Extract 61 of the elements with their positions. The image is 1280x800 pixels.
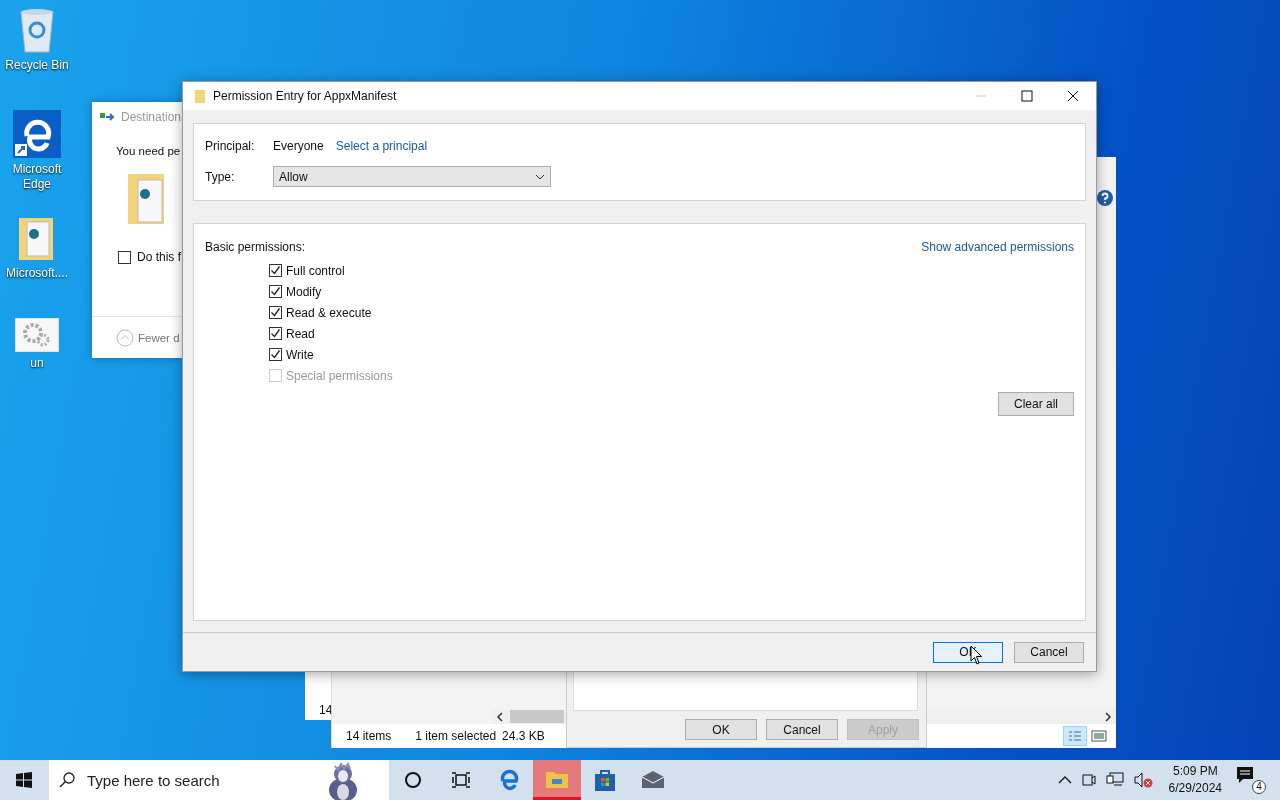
thumbnail-view-icon[interactable] [1088,727,1110,745]
type-dropdown[interactable]: Allow [273,166,551,187]
status-text: 14 items [346,729,392,743]
checkmark-icon [270,307,281,318]
chevron-up-icon [116,329,134,347]
checkbox[interactable]: Do this f [118,250,181,264]
arrow-right-icon[interactable] [1104,711,1112,722]
status-text: 24.3 KB [502,729,545,743]
folder-icon [195,89,205,103]
clock[interactable]: 5:09 PM 6/29/2024 [1168,763,1222,797]
field-label: Principal: [205,139,256,153]
advanced-permissions-link[interactable]: Show advanced permissions [921,240,1074,254]
browser-icon [498,769,520,791]
dialog-button[interactable]: Cancel [766,719,838,740]
icon-label: Microsoft Edge [11,162,63,192]
checkmark-icon [270,286,281,297]
store-bag-icon [593,768,617,792]
muted-speaker-icon[interactable] [1133,772,1154,788]
checkmark-icon [270,328,281,339]
chevron-up-icon[interactable] [1057,775,1072,785]
window-title: Permission Entry for AppxManifest [213,89,397,103]
browser-icon[interactable] [13,110,61,158]
help-icon[interactable] [1097,190,1113,206]
fewer-details-button[interactable]: Fewer d [116,329,180,347]
clear-all-button[interactable]: Clear all [998,392,1074,416]
select-principal-link[interactable]: Select a principal [335,139,428,153]
copy-icon [100,111,116,123]
scrollbar-thumb[interactable] [510,710,564,723]
file-explorer-button[interactable] [533,760,581,800]
webcam-icon[interactable] [1081,771,1096,789]
item-count: 14 [318,703,333,719]
notifications-button[interactable]: 4 [1236,766,1266,794]
permission-checkbox[interactable]: Read & execute [269,305,1074,320]
recycle-bin-icon[interactable] [17,6,57,54]
field-label: Type: [205,169,236,184]
permission-checkbox[interactable]: Write [269,347,1074,362]
icon-label: Microsoft.... [5,266,69,281]
checkmark-icon [270,265,281,276]
permission-checkbox[interactable]: Full control [269,263,1074,278]
chevron-down-icon [535,173,545,180]
status-text: 1 item selected [415,729,497,743]
permission-checkbox[interactable]: Read [269,326,1074,341]
dialog-title: Destination [121,110,182,124]
network-icon[interactable] [1105,772,1124,788]
dialog-button[interactable]: Cancel [1014,641,1084,663]
arrow-left-icon[interactable] [496,711,504,722]
checkmark-icon [270,349,281,360]
search-icon [59,772,75,788]
dialog-message: You need pe [116,145,181,157]
principal-name: Everyone [273,139,324,153]
permission-checkbox[interactable]: Modify [269,284,1074,299]
message-icon [1236,766,1254,784]
circle-icon [404,771,422,789]
icon-label: un [29,356,45,371]
mail-icon [641,771,665,789]
section-label: Basic permissions: [205,240,306,254]
task-view-icon [451,771,471,789]
icon-label: Recycle Bin [4,58,70,73]
windows-logo-icon[interactable] [16,772,32,788]
dialog-button[interactable]: OK [685,719,757,740]
search-field[interactable]: Type here to search [49,760,389,800]
